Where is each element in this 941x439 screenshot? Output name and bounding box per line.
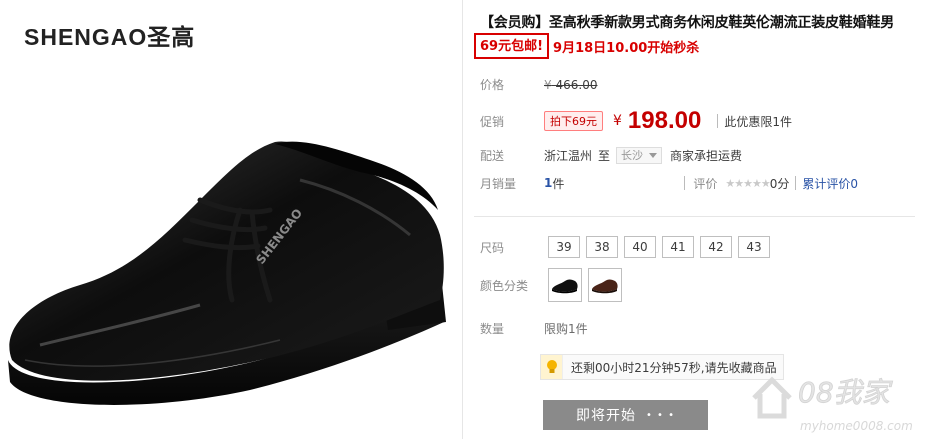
total-reviews-link[interactable]: 累计评价0 [802,175,858,192]
promo-limit: 此优惠限1件 [724,114,792,129]
separator [684,176,686,190]
destination-value: 长沙 [621,149,644,162]
total-reviews-count: 0 [850,176,858,191]
shipping-label: 配送 [480,148,505,163]
size-option[interactable]: 40 [624,236,656,258]
watermark-sub: myhome0008.com [800,419,913,433]
color-options [548,268,628,302]
currency-symbol: ¥ [613,113,622,129]
sales-row: 月销量 1 件 评价 ★★★★★ 0分 累计评价0 [480,174,858,192]
color-label: 颜色分类 [480,278,529,293]
size-options: 39 38 40 41 42 43 [548,236,776,258]
shoe-illustration: SHENGAO [8,141,446,405]
coming-soon-button[interactable]: 即将开始 • • • [543,400,708,430]
site-watermark: 08我家 myhome0008.com [738,358,938,438]
original-price-value: 466.00 [555,77,598,92]
rating-stars: ★★★★★ [725,176,770,190]
shipping-fee: 商家承担运费 [670,148,743,163]
section-divider [474,216,915,217]
sales-label: 月销量 [480,176,517,191]
currency-symbol: ¥ [544,77,552,92]
price-label: 价格 [480,78,505,92]
lightbulb-icon [541,355,563,379]
ship-to-word: 至 [598,148,611,163]
rating-label: 评价 [693,176,718,191]
color-swatch-brown[interactable] [588,268,622,302]
quantity-limit: 限购1件 [544,321,588,336]
separator [795,176,797,190]
color-swatch-black[interactable] [548,268,582,302]
product-image[interactable]: SHENGAO [0,60,462,439]
promo-row: 促销 拍下69元 ¥ 198.00 此优惠限1件 [480,106,792,136]
size-row: 尺码 39 38 40 41 42 43 [480,236,776,258]
sales-count: 1 [544,176,553,190]
rating-score: 0分 [769,176,790,191]
sales-unit: 件 [552,176,565,191]
flash-sale-line: 69元包邮! 9月18日10.00开始秒杀 [474,33,699,59]
brand-logo: SHENGAO圣高 [24,24,196,50]
price-row: 价格 ¥ 466.00 [480,76,597,93]
size-option[interactable]: 43 [738,236,770,258]
watermark-main: 08我家 [798,376,894,409]
watermark-logo: 08我家 myhome0008.com [752,376,913,433]
size-option[interactable]: 42 [700,236,732,258]
original-price: ¥ 466.00 [544,78,597,92]
total-reviews-label: 累计评价 [802,176,851,191]
vertical-divider [462,0,463,439]
free-shipping-badge: 69元包邮! [474,33,550,59]
coming-soon-label: 即将开始 [575,408,636,424]
flash-sale-time: 9月18日10.00开始秒杀 [553,40,700,56]
destination-select[interactable]: 长沙 [616,146,663,164]
chevron-down-icon [649,152,658,158]
size-label: 尺码 [480,240,505,255]
quantity-label: 数量 [480,321,505,336]
product-title: 【会员购】圣高秋季新款男式商务休闲皮鞋英伦潮流正装皮鞋婚鞋男 [480,15,894,31]
color-row: 颜色分类 [480,268,628,302]
product-image-area: SHENGAO圣高 SHENGAO [0,0,462,439]
quantity-row: 数量 限购1件 [480,319,588,337]
dots-icon: • • • [645,409,676,421]
separator [717,114,719,128]
brown-shoe-icon [592,279,618,294]
promo-badge: 拍下69元 [544,111,603,131]
size-option[interactable]: 39 [548,236,580,258]
promo-label: 促销 [480,114,505,129]
shipping-row: 配送 浙江温州 至 长沙 商家承担运费 [480,146,742,164]
size-option[interactable]: 38 [586,236,618,258]
black-shoe-icon [552,279,578,294]
sale-price: 198.00 [627,107,702,134]
size-option[interactable]: 41 [662,236,694,258]
ship-from: 浙江温州 [544,148,593,163]
